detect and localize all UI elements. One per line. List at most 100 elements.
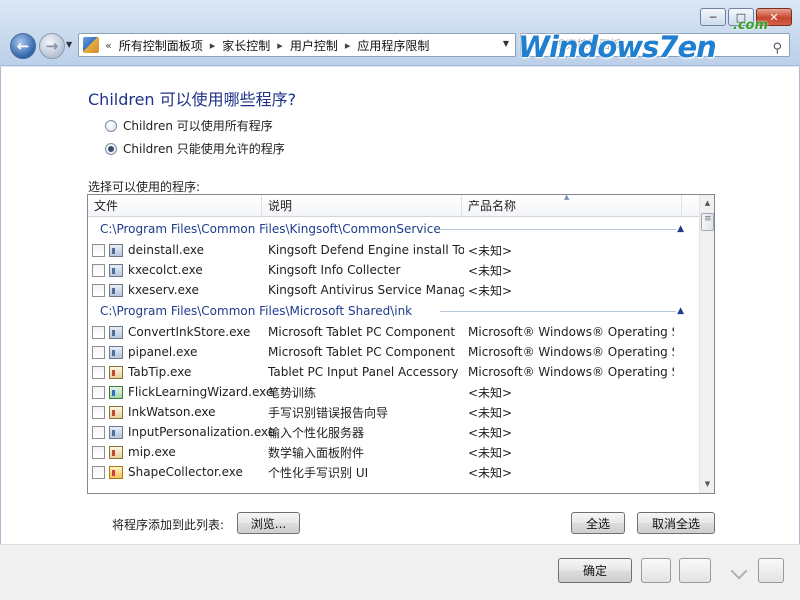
radio-allow-all-programs[interactable]: Children 可以使用所有程序: [105, 117, 273, 134]
radio-allowed-programs-only[interactable]: Children 只能使用允许的程序: [105, 140, 285, 157]
pen-icon: [109, 405, 123, 419]
breadcrumb-parental-controls[interactable]: 家长控制: [222, 37, 270, 54]
exe-icon: [109, 425, 123, 439]
group-divider: [440, 311, 676, 312]
scroll-up-button[interactable]: ▲: [701, 196, 714, 211]
cell-product-name: <未知>: [468, 425, 513, 440]
recent-pages-dropdown-icon[interactable]: ▼: [66, 40, 72, 49]
forward-button[interactable]: →: [39, 33, 65, 59]
cell-file: ShapeCollector.exe: [128, 465, 243, 479]
breadcrumb-separator-icon[interactable]: ▸: [345, 39, 351, 52]
radio-button-selected[interactable]: [105, 142, 117, 155]
table-row[interactable]: pipanel.exe Microsoft Tablet PC Component…: [88, 342, 700, 362]
shape-icon: [109, 465, 123, 479]
scroll-down-button[interactable]: ▼: [701, 477, 714, 492]
cell-description: 手写识别错误报告向导: [268, 405, 389, 420]
column-header-file[interactable]: 文件: [88, 195, 262, 217]
exe-icon: [109, 325, 123, 339]
breadcrumb-user-controls[interactable]: 用户控制: [290, 37, 338, 54]
pen-icon: [109, 365, 123, 379]
page-title: Children 可以使用哪些程序?: [88, 90, 297, 109]
exe-icon: [109, 263, 123, 277]
table-row[interactable]: ConvertInkStore.exe Microsoft Tablet PC C…: [88, 322, 700, 342]
close-button[interactable]: ✕: [756, 8, 792, 26]
table-row[interactable]: deinstall.exe Kingsoft Defend Engine inst…: [88, 240, 700, 260]
checkbox[interactable]: [92, 243, 105, 257]
radio-button[interactable]: [105, 119, 117, 132]
select-all-button[interactable]: 全选: [571, 512, 625, 534]
breadcrumb-all-control-panel-items[interactable]: 所有控制面板项: [119, 37, 203, 54]
radio-label: Children 可以使用所有程序: [123, 119, 273, 133]
checkbox[interactable]: [92, 263, 105, 277]
cell-file: InkWatson.exe: [128, 405, 216, 419]
checkbox[interactable]: [92, 365, 105, 379]
minimize-button[interactable]: ─: [700, 8, 726, 26]
search-placeholder: 搜索控制面板: [555, 38, 621, 51]
dialog-button[interactable]: [679, 558, 711, 583]
cell-description: Tablet PC Input Panel Accessory: [268, 365, 459, 379]
add-program-label: 将程序添加到此列表:: [112, 518, 225, 532]
table-row[interactable]: InkWatson.exe 手写识别错误报告向导 <未知>: [88, 402, 700, 422]
table-row[interactable]: ShapeCollector.exe 个性化手写识别 UI <未知>: [88, 462, 700, 482]
cell-file: FlickLearningWizard.exe: [128, 385, 274, 399]
checkbox[interactable]: [92, 385, 105, 399]
program-list[interactable]: 文件 说明 ▲ 产品名称 C:\Program Files\Common Fil…: [87, 194, 715, 494]
group-header[interactable]: C:\Program Files\Common Files\Microsoft …: [88, 300, 700, 322]
group-path: C:\Program Files\Common Files\Microsoft …: [100, 304, 413, 318]
exe-icon: [109, 345, 123, 359]
table-row[interactable]: InputPersonalization.exe 输入个性化服务器 <未知>: [88, 422, 700, 442]
table-row[interactable]: FlickLearningWizard.exe 笔势训练 <未知>: [88, 382, 700, 402]
group-header[interactable]: C:\Program Files\Common Files\Kingsoft\C…: [88, 218, 700, 240]
search-icon[interactable]: ⚲: [772, 38, 782, 56]
address-dropdown-icon[interactable]: ▼: [503, 39, 509, 48]
vertical-scrollbar[interactable]: ▲ ▼: [699, 195, 714, 493]
cell-product-name: <未知>: [468, 445, 513, 460]
breadcrumb-application-restrictions[interactable]: 应用程序限制: [357, 37, 429, 54]
search-input[interactable]: 搜索控制面板 ⚲: [520, 33, 790, 57]
collapse-chevron-icon[interactable]: ▲: [677, 300, 684, 322]
checkbox[interactable]: [92, 325, 105, 339]
checkbox[interactable]: [92, 465, 105, 479]
pen-icon: [109, 445, 123, 459]
exe-icon: [109, 243, 123, 257]
cell-product-name: <未知>: [468, 283, 513, 298]
breadcrumb-overflow-icon[interactable]: «: [105, 39, 112, 52]
checkbox[interactable]: [92, 345, 105, 359]
column-header-product-name[interactable]: ▲ 产品名称: [462, 195, 682, 217]
cell-description: Microsoft Tablet PC Component: [268, 325, 456, 339]
table-row[interactable]: kxeserv.exe Kingsoft Antivirus Service Ma…: [88, 280, 700, 300]
collapse-chevron-icon[interactable]: ▲: [677, 218, 684, 240]
table-row[interactable]: TabTip.exe Tablet PC Input Panel Accessor…: [88, 362, 700, 382]
deselect-all-button[interactable]: 取消全选: [637, 512, 715, 534]
cell-description: Microsoft Tablet PC Component: [268, 345, 456, 359]
checkbox[interactable]: [92, 283, 105, 297]
column-header-description[interactable]: 说明: [262, 195, 462, 217]
cell-file: kxeserv.exe: [128, 283, 199, 297]
arrow-right-icon: →: [45, 37, 59, 55]
arrow-left-icon: ←: [16, 37, 30, 55]
checkbox[interactable]: [92, 445, 105, 459]
cell-file: ConvertInkStore.exe: [128, 325, 251, 339]
cell-description: 个性化手写识别 UI: [268, 465, 369, 480]
address-bar[interactable]: « 所有控制面板项 ▸ 家长控制 ▸ 用户控制 ▸ 应用程序限制 ▼: [78, 33, 516, 57]
breadcrumb-separator-icon[interactable]: ▸: [277, 39, 283, 52]
ok-button[interactable]: 确定: [558, 558, 632, 583]
back-button[interactable]: ←: [10, 33, 36, 59]
scroll-thumb[interactable]: [701, 213, 714, 231]
checkbox[interactable]: [92, 425, 105, 439]
cell-product-name: <未知>: [468, 465, 513, 480]
list-header: 文件 说明 ▲ 产品名称: [88, 195, 700, 217]
browse-button[interactable]: 浏览...: [237, 512, 300, 534]
checkbox[interactable]: [92, 405, 105, 419]
radio-label: Children 只能使用允许的程序: [123, 142, 285, 156]
cell-file: mip.exe: [128, 445, 176, 459]
cell-description: Kingsoft Antivirus Service Manager: [268, 283, 464, 297]
dialog-button[interactable]: [758, 558, 784, 583]
cancel-button[interactable]: [641, 558, 671, 583]
table-row[interactable]: mip.exe 数学输入面板附件 <未知>: [88, 442, 700, 462]
table-row[interactable]: kxecolct.exe Kingsoft Info Collecter <未知>: [88, 260, 700, 280]
breadcrumb-separator-icon[interactable]: ▸: [210, 39, 216, 52]
cell-file: pipanel.exe: [128, 345, 198, 359]
maximize-button[interactable]: □: [728, 8, 754, 26]
cell-file: TabTip.exe: [128, 365, 192, 379]
